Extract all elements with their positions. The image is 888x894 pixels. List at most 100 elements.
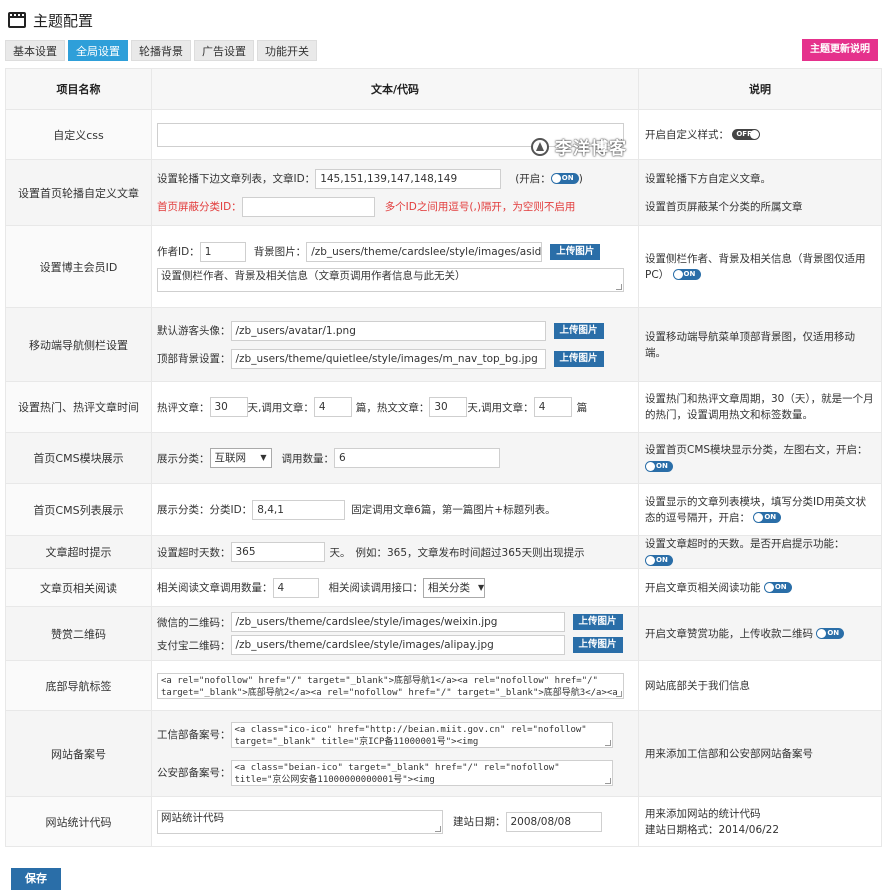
footer-nav-textarea[interactable]: <a rel="nofollow" href="/" target="_blan…	[157, 672, 624, 699]
tab-basic[interactable]: 基本设置	[5, 40, 65, 61]
related-api-value: 相关分类	[428, 581, 470, 594]
tab-features[interactable]: 功能开关	[257, 40, 317, 61]
row-desc: 设置轮播下方自定义文章。	[645, 172, 771, 185]
row-name: 文章页相关阅读	[5, 568, 152, 607]
row-name: 首页CMS列表展示	[5, 483, 152, 536]
table-header-row: 项目名称 文本/代码 说明	[5, 68, 882, 110]
tab-carousel[interactable]: 轮播背景	[131, 40, 191, 61]
owner-info-textarea[interactable]: 设置侧栏作者、背景及相关信息（文章页调用作者信息与此无关）	[157, 267, 624, 292]
row-desc: 设置文章超时的天数。是否开启提示功能：	[645, 538, 845, 550]
watermark-logo-icon	[531, 137, 549, 156]
top-bg-label: 顶部背景设置：	[157, 353, 231, 365]
row-desc: 用来添加网站的统计代码	[645, 807, 761, 820]
row-desc: 开启自定义样式：	[645, 128, 729, 141]
cms-count-label: 调用数量：	[281, 452, 335, 465]
row-desc: 设置移动端导航菜单顶部背景图，仅适用移动端。	[638, 307, 882, 382]
cms-category-label: 展示分类：	[157, 452, 210, 465]
top-bg-input[interactable]: /zb_users/theme/quietlee/style/images/m_…	[230, 348, 546, 369]
stats-code-textarea[interactable]: 网站统计代码	[157, 809, 443, 834]
row-name: 文章超时提示	[5, 535, 152, 569]
cms-list-toggle[interactable]: ON	[753, 512, 782, 523]
qrcode-toggle[interactable]: ON	[816, 628, 845, 639]
police-textarea[interactable]: <a class="beian-ico" target="_blank" hre…	[230, 759, 613, 786]
row-name: 设置热门、热评文章时间	[5, 381, 152, 433]
owner-toggle[interactable]: ON	[672, 269, 701, 280]
cms-module-toggle[interactable]: ON	[645, 460, 673, 472]
related-count-label: 相关阅读文章调用数量：	[157, 582, 273, 594]
upload-button[interactable]: 上传图片	[553, 322, 604, 339]
hide-category-input[interactable]	[241, 196, 375, 217]
wechat-qr-input[interactable]: /zb_users/theme/cardslee/style/images/we…	[230, 612, 565, 632]
timeout-input[interactable]: 365	[230, 542, 325, 562]
related-api-select[interactable]: 相关分类 ▼	[423, 577, 485, 598]
table-row: 文章页相关阅读 相关阅读文章调用数量： 4 相关阅读调用接口： 相关分类 ▼ 开启…	[5, 568, 882, 607]
row-name: 自定义css	[5, 109, 152, 160]
table-row: 设置首页轮播自定义文章 设置轮播下边文章列表，文章ID： 145,151,139…	[5, 159, 882, 226]
bg-image-input[interactable]: /zb_users/theme/cardslee/style/images/as…	[306, 241, 543, 262]
col-desc-header: 说明	[638, 68, 882, 110]
col-name-header: 项目名称	[5, 68, 152, 110]
cms-list-input[interactable]: 8,4,1	[252, 499, 346, 520]
hot-article-count-input[interactable]: 4	[533, 397, 572, 417]
hot-comment-label: 热评文章：	[157, 401, 210, 414]
police-label: 公安部备案号：	[157, 767, 231, 779]
related-toggle[interactable]: ON	[763, 582, 792, 593]
row-desc: 开启文章页相关阅读功能	[645, 581, 761, 594]
page-title: 主题配置	[33, 11, 94, 30]
row-desc: 设置首页CMS模块显示分类，左图右文，开启：	[645, 444, 868, 456]
row-name: 网站统计代码	[5, 796, 152, 847]
timeout-label: 设置超时天数：	[157, 546, 231, 559]
wechat-qr-label: 微信的二维码：	[157, 616, 231, 629]
slider-open-label: (开启：	[515, 173, 551, 185]
table-row: 赞赏二维码 微信的二维码： /zb_users/theme/cardslee/s…	[5, 606, 882, 661]
watermark-text: 李洋博客	[555, 139, 627, 159]
upload-button[interactable]: 上传图片	[553, 350, 604, 367]
row-desc: 设置首页屏蔽某个分类的所属文章	[645, 200, 803, 213]
table-row: 设置博主会员ID 作者ID： 1 背景图片： /zb_users/theme/c…	[5, 225, 882, 308]
cms-category-value: 互联网	[214, 452, 247, 464]
avatar-input[interactable]: /zb_users/avatar/1.png	[230, 320, 546, 341]
icp-textarea[interactable]: <a class="ico-ico" href="http://beian.mi…	[230, 721, 613, 748]
author-id-input[interactable]: 1	[199, 241, 246, 262]
pian-label: 篇	[576, 401, 588, 414]
slider-toggle[interactable]: ON	[550, 173, 579, 184]
watermark: 李洋博客	[531, 134, 627, 159]
row-name: 设置博主会员ID	[5, 225, 152, 308]
site-date-label: 建站日期：	[453, 816, 506, 828]
days-call-label: 天,调用文章：	[467, 401, 534, 414]
avatar-label: 默认游客头像：	[157, 325, 231, 337]
row-name: 移动端导航侧栏设置	[5, 307, 152, 382]
upload-button[interactable]: 上传图片	[572, 637, 623, 653]
row-desc: 建站日期格式：2014/06/22	[645, 823, 780, 836]
hot-comment-count-input[interactable]: 4	[313, 397, 352, 417]
table-row: 文章超时提示 设置超时天数： 365 天。 例如：365，文章发布时间超过365…	[5, 535, 882, 569]
hot-article-label: 篇，热文文章：	[355, 401, 430, 414]
table-row: 设置热门、热评文章时间 热评文章： 30 天,调用文章： 4 篇，热文文章： 3…	[5, 381, 882, 433]
row-name: 设置首页轮播自定义文章	[5, 159, 152, 226]
timeout-toggle[interactable]: ON	[645, 554, 673, 566]
site-date-input[interactable]: 2008/08/08	[505, 811, 602, 832]
hot-article-days-input[interactable]: 30	[429, 397, 468, 417]
hot-comment-days-input[interactable]: 30	[209, 397, 248, 417]
tab-global[interactable]: 全局设置	[68, 40, 128, 61]
save-button[interactable]: 保存	[11, 868, 61, 890]
row-desc: 开启文章赞赏功能，上传收款二维码	[645, 627, 813, 640]
table-row: 网站统计代码 网站统计代码 建站日期： 2008/08/08 用来添加网站的统计…	[5, 796, 882, 847]
row-desc: 设置热门和热评文章周期，30（天），就是一个月的热门，设置调用热文和标签数量。	[638, 381, 882, 433]
cms-count-input[interactable]: 6	[334, 448, 500, 468]
cms-category-select[interactable]: 互联网 ▼	[209, 448, 272, 468]
table-row: 首页CMS列表展示 展示分类：分类ID： 8,4,1 固定调用文章6篇，第一篇图…	[5, 483, 882, 536]
tab-ads[interactable]: 广告设置	[194, 40, 254, 61]
theme-update-button[interactable]: 主题更新说明	[802, 39, 878, 61]
row-desc: 网站底部关于我们信息	[638, 660, 882, 711]
table-row: 首页CMS模块展示 展示分类： 互联网 ▼ 调用数量： 6 设置首页CMS模块显示…	[5, 432, 882, 484]
table-row: 移动端导航侧栏设置 默认游客头像： /zb_users/avatar/1.png…	[5, 307, 882, 382]
upload-button[interactable]: 上传图片	[550, 243, 601, 260]
custom-css-toggle[interactable]: OFF	[732, 129, 761, 140]
upload-button[interactable]: 上传图片	[572, 614, 623, 630]
slider-open-close: )	[578, 172, 583, 185]
related-count-input[interactable]: 4	[272, 577, 319, 598]
slider-ids-input[interactable]: 145,151,139,147,148,149	[315, 168, 502, 189]
hide-category-label: 首页屏蔽分类ID：	[157, 201, 242, 213]
alipay-qr-input[interactable]: /zb_users/theme/cardslee/style/images/al…	[230, 635, 565, 655]
